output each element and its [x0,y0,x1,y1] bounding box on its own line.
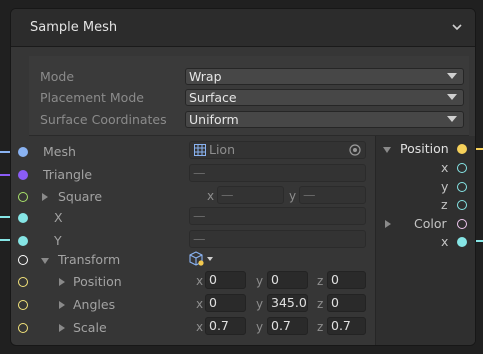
expand-arrow-icon[interactable] [59,324,65,332]
setting-placement-mode-label: Placement Mode [40,90,144,105]
triangle-label: Triangle [43,167,93,182]
sample-mesh-node[interactable]: Sample Mesh Mode Wrap Placement Mode Sur… [10,8,476,346]
position-y-axis: y [256,274,264,288]
placement-mode-dropdown-value: Surface [189,90,237,105]
square-y-axis: y [289,189,297,203]
angles-z-axis: z [317,297,324,311]
setting-surface-coordinates: Surface Coordinates Uniform [29,109,469,131]
input-row-scale: Scale x 0.7 y 0.7 z 0.7 [11,317,375,339]
position-x-field[interactable]: 0 [205,271,246,289]
collapse-arrow-icon[interactable] [383,147,391,153]
dropdown-arrow-icon [447,73,457,79]
color-x-output-port[interactable] [457,237,467,247]
position-z-field[interactable]: 0 [327,271,366,289]
triangle-field[interactable]: — [189,164,366,182]
scale-x-field[interactable]: 0.7 [205,317,246,335]
x-label: X [54,210,63,225]
position-y-field[interactable]: 0 [267,271,308,289]
z-output-label: z [441,197,448,212]
dropdown-arrow-icon [447,116,457,122]
input-row-mesh: Mesh Lion [11,141,375,163]
input-row-position: Position x 0 y 0 z 0 [11,271,375,293]
angles-x-axis: x [196,297,204,311]
scale-y-axis: y [256,320,264,334]
square-x-field[interactable]: — [217,186,284,204]
square-input-port[interactable] [18,192,28,202]
position-label: Position [73,274,122,289]
position-z-axis: z [317,274,324,288]
transform-input-port[interactable] [18,255,28,265]
output-row-color-x: x [376,231,475,253]
mode-dropdown-value: Wrap [189,69,222,84]
scale-y-field[interactable]: 0.7 [267,317,308,335]
input-row-triangle: Triangle — [11,164,375,186]
color-x-output-label: x [441,234,449,249]
scale-input-port[interactable] [18,323,28,333]
input-row-transform: Transform [11,249,375,271]
setting-placement-mode: Placement Mode Surface [29,87,469,109]
node-header[interactable]: Sample Mesh [11,9,475,47]
color-output-port[interactable] [457,219,467,229]
y-output-label: y [441,179,449,194]
scale-z-axis: z [317,320,324,334]
node-title: Sample Mesh [30,20,118,35]
output-ports: Position x y z Color x [376,136,475,345]
x-output-port[interactable] [457,163,467,173]
angles-x-field[interactable]: 0 [205,294,246,312]
z-output-port[interactable] [457,200,467,210]
mesh-label: Mesh [43,144,76,159]
mesh-object-value: Lion [209,142,236,157]
scale-x-axis: x [196,320,204,334]
position-output-port[interactable] [457,144,467,154]
y-input-port[interactable] [18,236,28,246]
angles-input-port[interactable] [18,300,28,310]
transform-label: Transform [58,252,121,267]
dropdown-arrow-icon [447,94,457,100]
mesh-object-field[interactable]: Lion [189,141,366,159]
mode-dropdown[interactable]: Wrap [185,68,464,85]
chevron-down-icon[interactable] [449,19,465,35]
square-y-field[interactable]: — [299,186,366,204]
angles-y-field[interactable]: 345.0 [267,294,308,312]
y-label: Y [54,233,62,248]
x-input-port[interactable] [18,213,28,223]
expand-arrow-icon[interactable] [385,220,391,228]
setting-mode-label: Mode [40,69,75,84]
expand-arrow-icon[interactable] [42,193,48,201]
setting-surface-coordinates-label: Surface Coordinates [40,112,167,127]
color-output-label: Color [414,216,447,231]
angles-label: Angles [73,297,116,312]
angles-z-field[interactable]: 0 [327,294,366,312]
y-field[interactable]: — [189,230,366,248]
square-label: Square [58,189,103,204]
expand-arrow-icon[interactable] [59,301,65,309]
scale-z-field[interactable]: 0.7 [327,317,366,335]
position-input-port[interactable] [18,277,28,287]
input-row-square: Square x — y — [11,186,375,208]
position-x-axis: x [196,274,204,288]
square-x-axis: x [207,189,215,203]
y-output-port[interactable] [457,182,467,192]
surface-coordinates-dropdown-value: Uniform [189,112,239,127]
angles-y-axis: y [256,297,264,311]
triangle-input-port[interactable] [18,170,28,180]
scale-label: Scale [73,320,107,335]
placement-mode-dropdown[interactable]: Surface [185,89,464,106]
surface-coordinates-dropdown[interactable]: Uniform [185,111,464,128]
input-row-angles: Angles x 0 y 345.0 z 0 [11,294,375,316]
x-field[interactable]: — [189,207,366,225]
input-row-x: X — [11,207,375,229]
collapse-arrow-icon[interactable] [41,258,49,264]
mesh-grid-icon [194,144,206,158]
x-output-label: x [441,160,449,175]
mesh-input-port[interactable] [18,147,28,157]
object-picker-icon[interactable] [349,144,361,158]
transform-space-icon[interactable] [189,251,215,270]
expand-arrow-icon[interactable] [59,278,65,286]
node-settings: Mode Wrap Placement Mode Surface Surface… [29,56,469,136]
position-output-label: Position [400,141,449,156]
setting-mode: Mode Wrap [29,66,469,88]
